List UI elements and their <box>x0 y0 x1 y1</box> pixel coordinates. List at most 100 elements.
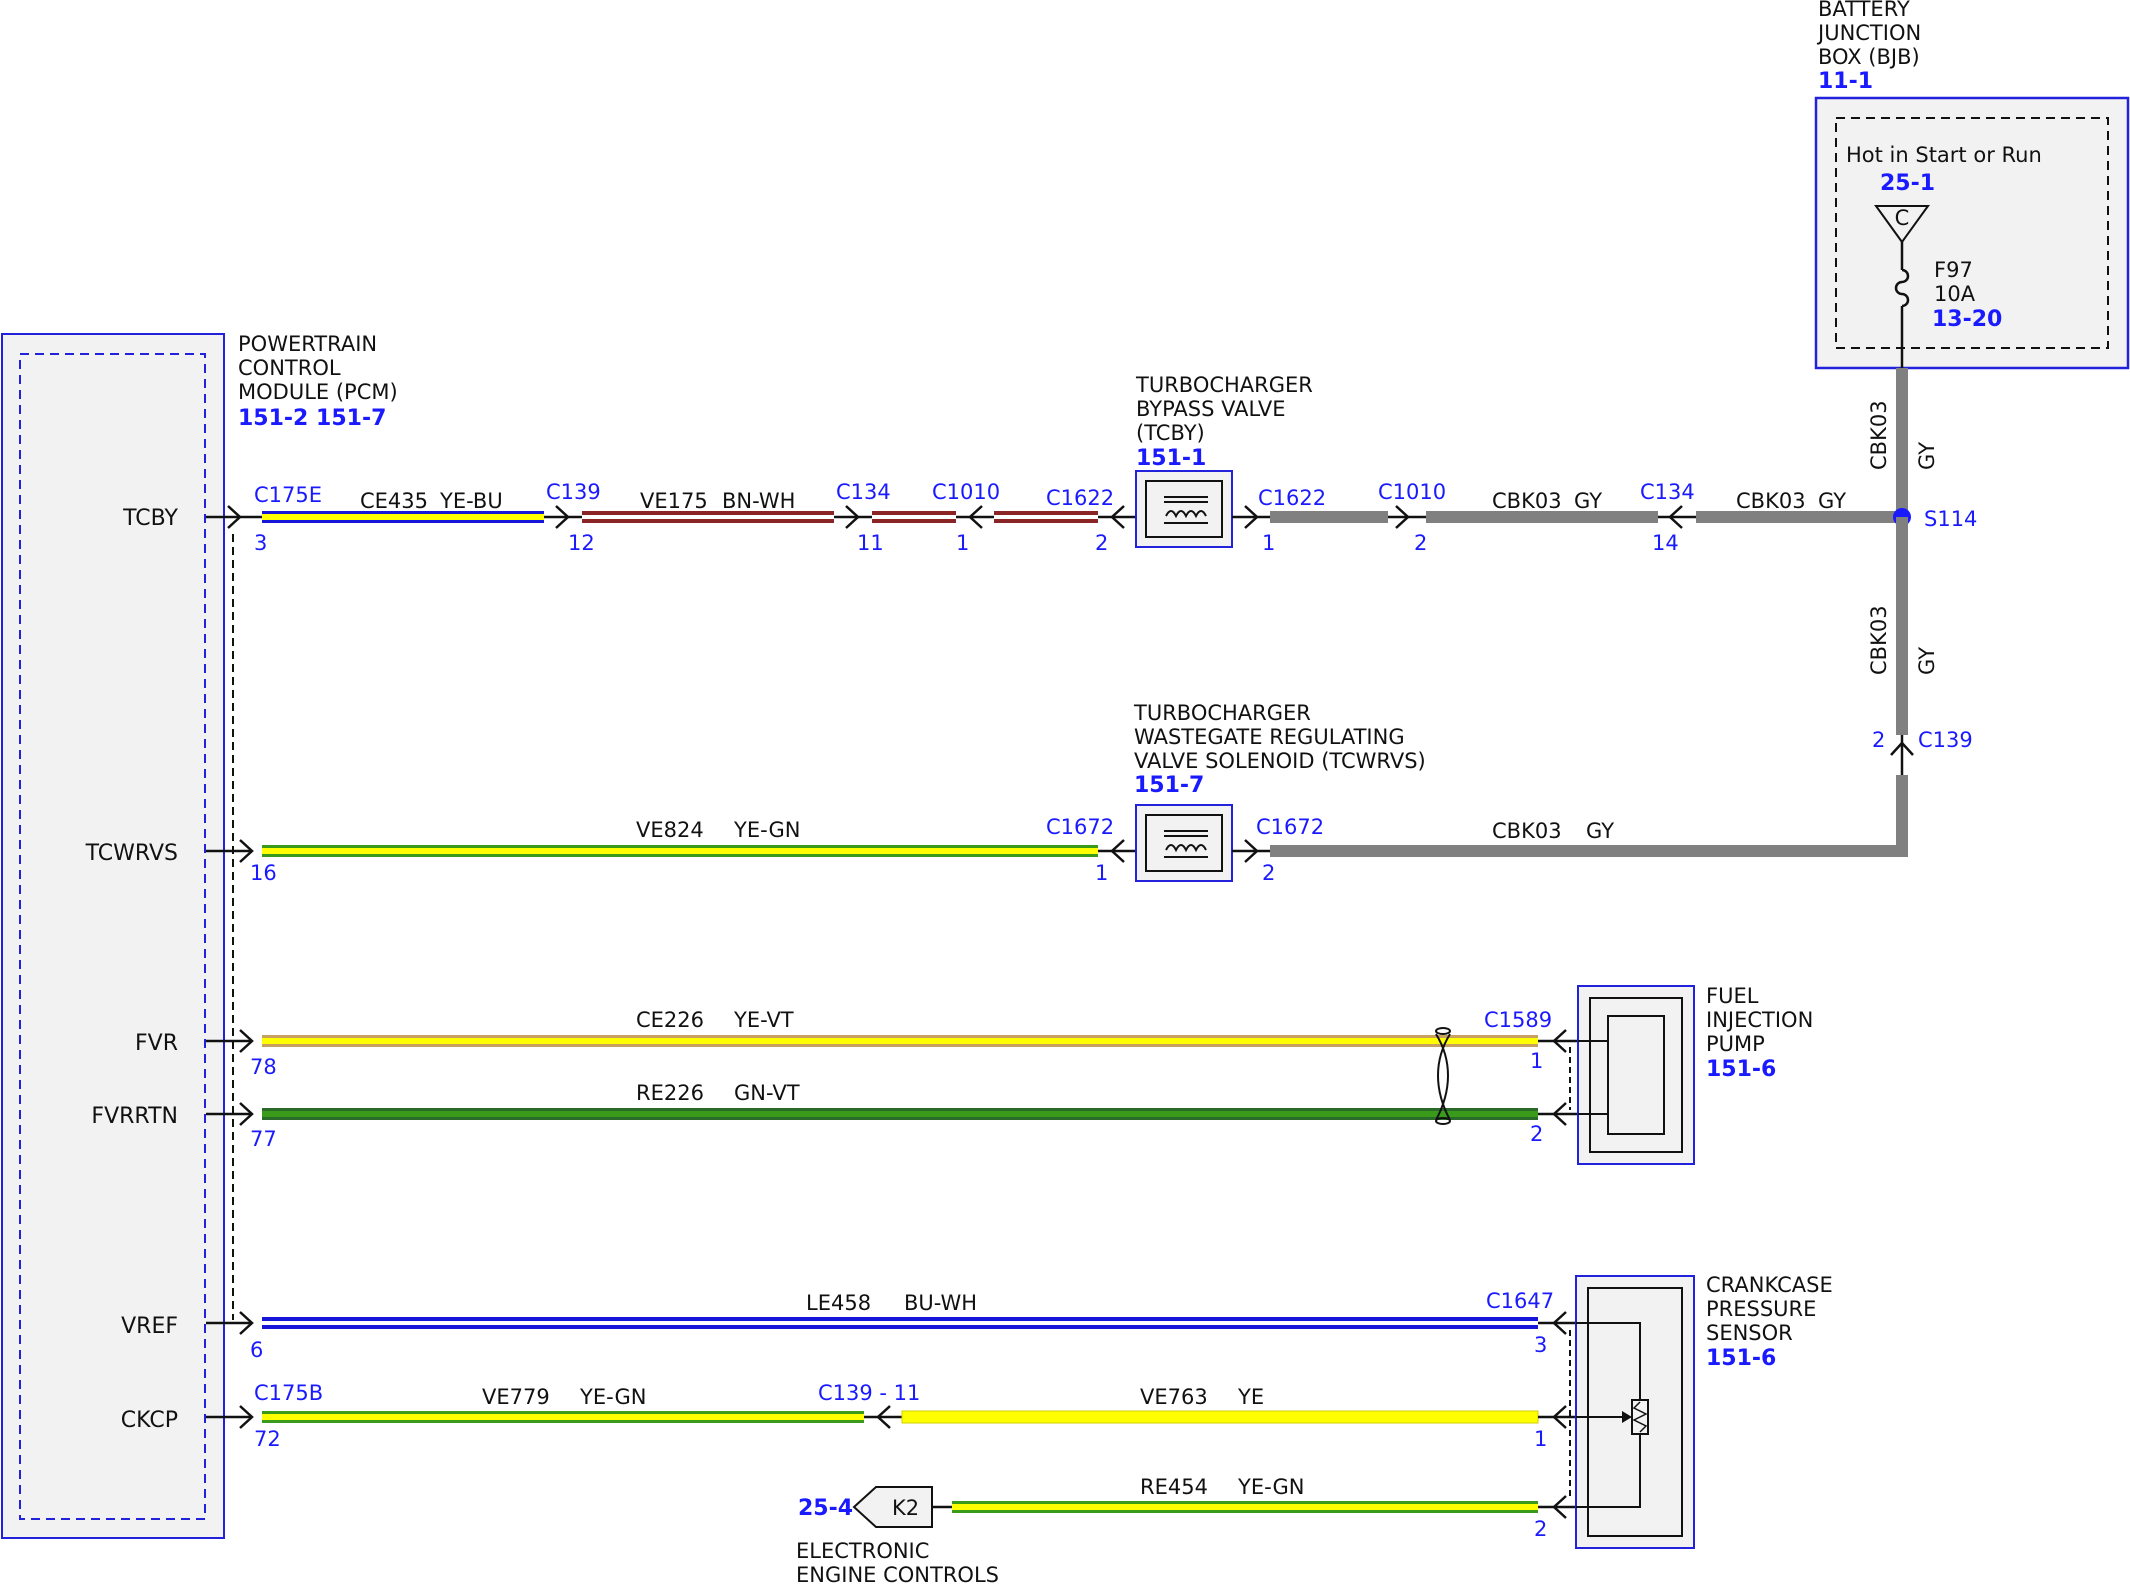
bjb-title-2: JUNCTION <box>1816 21 1921 45</box>
tcby-title-1: TURBOCHARGER <box>1135 373 1313 397</box>
sensor-title-1: CRANKCASE <box>1706 1273 1833 1297</box>
conn-c1622-a-pin: 2 <box>1095 531 1108 555</box>
conn-c1010-b[interactable]: C1010 <box>1378 480 1446 504</box>
conn-c1672-a-pin: 1 <box>1095 861 1108 885</box>
tcby-title-2: BYPASS VALVE <box>1136 397 1286 421</box>
conn-c139-c[interactable]: C139 - 11 <box>818 1381 920 1405</box>
wire-cbk03-v1-color: GY <box>1915 442 1939 470</box>
pcm-pin-16: 16 <box>250 861 277 885</box>
tcby-valve[interactable] <box>1135 470 1233 548</box>
splice-s114-label: S114 <box>1924 507 1977 531</box>
bjb-hot-label: Hot in Start or Run <box>1846 143 2042 167</box>
pcm-title-3: MODULE (PCM) <box>238 380 398 404</box>
conn-c1589[interactable]: C1589 <box>1484 1008 1552 1032</box>
conn-c1647-pin1: 1 <box>1534 1427 1547 1451</box>
pcm-pin-3: 3 <box>254 531 267 555</box>
sensor-ref[interactable]: 151-6 <box>1706 1346 1776 1371</box>
conn-c139-a[interactable]: C139 <box>546 480 601 504</box>
conn-c175b[interactable]: C175B <box>254 1381 323 1405</box>
wire-ve779-circuit: VE779 <box>482 1385 550 1409</box>
conn-c1622-b-pin: 1 <box>1262 531 1275 555</box>
wire-re226-color: GN-VT <box>734 1081 800 1105</box>
fuel-pump-title-1: FUEL <box>1706 984 1759 1008</box>
signal-ckcp: CKCP <box>121 1408 178 1433</box>
bjb-title-1: BATTERY <box>1818 0 1910 21</box>
pcm-module[interactable] <box>1 333 225 1539</box>
electronic-controls-ref[interactable]: 25-4 <box>798 1496 853 1521</box>
wire-cbk03-v2-circuit: CBK03 <box>1867 605 1891 675</box>
conn-c1647[interactable]: C1647 <box>1486 1289 1554 1313</box>
conn-c134-b-pin: 14 <box>1652 531 1679 555</box>
wire-re226[interactable] <box>262 1108 1538 1120</box>
conn-c1622-b[interactable]: C1622 <box>1258 486 1326 510</box>
fuel-injection-pump[interactable] <box>1577 985 1695 1165</box>
wire-re454-color: YE-GN <box>1237 1475 1304 1499</box>
wire-ve175-seg3[interactable] <box>994 511 1098 523</box>
electronic-controls-title-1: ELECTRONIC <box>796 1539 929 1563</box>
wire-ve763-color: YE <box>1237 1385 1264 1409</box>
wire-ce226[interactable] <box>262 1035 1538 1047</box>
conn-c1622-a[interactable]: C1622 <box>1046 486 1114 510</box>
wire-cbk03-v1-circuit: CBK03 <box>1867 400 1891 470</box>
conn-c1672-b[interactable]: C1672 <box>1256 815 1324 839</box>
wire-ce435-color: YE-BU <box>439 489 503 513</box>
conn-c139-b[interactable]: C139 <box>1918 728 1973 752</box>
tcby-title-3: (TCBY) <box>1136 421 1205 445</box>
pcm-title-1: POWERTRAIN <box>238 332 377 356</box>
wire-cbk03-a-color: GY <box>1574 489 1602 513</box>
wire-cbk03-b-circuit: CBK03 <box>1736 489 1806 513</box>
bjb-hot-ref[interactable]: 25-1 <box>1880 171 1935 196</box>
sensor-title-2: PRESSURE <box>1706 1297 1816 1321</box>
wire-cbk03-c-color: GY <box>1586 819 1614 843</box>
conn-c139-a-pin: 12 <box>568 531 595 555</box>
wire-cbk03-seg1[interactable] <box>1270 511 1388 523</box>
fuse-ref[interactable]: 13-20 <box>1932 307 2002 332</box>
wire-re454[interactable] <box>952 1501 1538 1513</box>
signal-fvrrtn: FVRRTN <box>91 1104 178 1129</box>
wire-ve824-circuit: VE824 <box>636 818 704 842</box>
fuse-name: F97 <box>1934 258 1973 282</box>
sensor-title-3: SENSOR <box>1706 1321 1793 1345</box>
tcwrvs-ref[interactable]: 151-7 <box>1134 773 1204 798</box>
wire-ve175-circuit: VE175 <box>640 489 708 513</box>
conn-c139-b-pin: 2 <box>1872 728 1885 752</box>
wire-le458[interactable] <box>262 1317 1538 1329</box>
tcby-ref[interactable]: 151-1 <box>1136 446 1206 471</box>
wire-ve763[interactable] <box>901 1410 1539 1424</box>
wire-ve763-circuit: VE763 <box>1140 1385 1208 1409</box>
conn-c134-b[interactable]: C134 <box>1640 480 1695 504</box>
wire-cbk03-a-circuit: CBK03 <box>1492 489 1562 513</box>
pcm-pin-78: 78 <box>250 1055 277 1079</box>
wire-ve824-color: YE-GN <box>733 818 800 842</box>
conn-c134-a-pin: 11 <box>857 531 884 555</box>
fuel-pump-title-3: PUMP <box>1706 1032 1765 1056</box>
pcm-refs[interactable]: 151-2 151-7 <box>238 406 386 431</box>
wire-ce226-color: YE-VT <box>733 1008 794 1032</box>
wire-ve779-color: YE-GN <box>579 1385 646 1409</box>
wire-cbk03-v1[interactable] <box>1896 368 1908 517</box>
fuse-rating: 10A <box>1934 282 1976 306</box>
conn-c1672-a[interactable]: C1672 <box>1046 815 1114 839</box>
tcwrvs-title-2: WASTEGATE REGULATING <box>1134 725 1405 749</box>
fuel-pump-ref[interactable]: 151-6 <box>1706 1057 1776 1082</box>
wire-re226-circuit: RE226 <box>636 1081 704 1105</box>
wire-cbk03-b-color: GY <box>1818 489 1846 513</box>
wiring-diagram: POWERTRAIN CONTROL MODULE (PCM) 151-2 15… <box>1 0 2130 1584</box>
signal-tcwrvs: TCWRVS <box>85 841 178 866</box>
tcwrvs-valve[interactable] <box>1135 804 1233 882</box>
wire-ve175-seg2[interactable] <box>872 511 956 523</box>
wire-cbk03-v2[interactable] <box>1896 517 1908 735</box>
conn-c134-a[interactable]: C134 <box>836 480 891 504</box>
fuel-pump-title-2: INJECTION <box>1706 1008 1813 1032</box>
bjb-ref[interactable]: 11-1 <box>1818 69 1873 94</box>
conn-c1010-a[interactable]: C1010 <box>932 480 1000 504</box>
wire-ve824[interactable] <box>262 845 1098 857</box>
pcm-pin-77: 77 <box>250 1127 277 1151</box>
bjb-title-3: BOX (BJB) <box>1818 45 1920 69</box>
wire-cbk03-c-circuit: CBK03 <box>1492 819 1562 843</box>
conn-c175e[interactable]: C175E <box>254 483 322 507</box>
wire-ce226-circuit: CE226 <box>636 1008 704 1032</box>
wire-ve779[interactable] <box>262 1411 864 1423</box>
wire-ve175-seg1[interactable] <box>582 511 834 523</box>
conn-c1589-pin2: 2 <box>1530 1122 1543 1146</box>
